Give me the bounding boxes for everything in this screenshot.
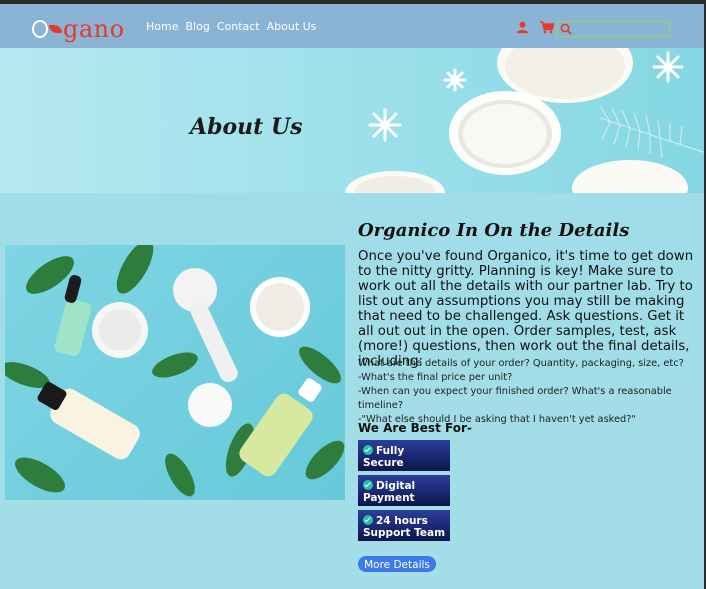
detail-item: -When can you expect your finished order… [358, 386, 672, 411]
nav-home[interactable]: Home [146, 20, 178, 33]
user-icon[interactable] [516, 21, 529, 34]
nav-contact[interactable]: Contact [217, 20, 260, 33]
nav-about-us[interactable]: About Us [267, 20, 317, 33]
main-menu: Home Blog Contact About Us [146, 20, 323, 33]
detail-item: -What's the final price per unit? [358, 372, 513, 383]
cosmetics-image [5, 245, 345, 497]
feature-fully-secure: Fully Secure [358, 440, 450, 471]
cart-icon[interactable] [540, 21, 554, 34]
feature-label: 24 hours Support Team [363, 515, 446, 539]
detail-item: What are the details of your order? Quan… [358, 358, 684, 369]
logo-text: gano [63, 15, 125, 43]
search-box[interactable] [556, 21, 670, 37]
section-heading: Organico In On the Details [358, 220, 630, 241]
leaf-icon [49, 25, 62, 33]
hero-banner: About Us [0, 48, 706, 193]
check-icon [363, 445, 373, 455]
search-icon[interactable] [560, 23, 572, 35]
check-icon [363, 515, 373, 525]
search-input[interactable] [575, 22, 665, 36]
logo[interactable]: gano [32, 15, 125, 43]
products-photo [5, 245, 345, 500]
best-for-heading: We Are Best For- [358, 421, 472, 435]
page-title: About Us [190, 114, 303, 140]
navbar: gano Home Blog Contact About Us [0, 4, 706, 48]
feature-support-team: 24 hours Support Team [358, 510, 450, 541]
check-icon [363, 480, 373, 490]
feature-digital-payment: Digital Payment [358, 475, 450, 506]
logo-o-icon [32, 20, 48, 38]
banner-image [345, 48, 706, 193]
nav-blog[interactable]: Blog [185, 20, 209, 33]
more-details-button[interactable]: More Details [358, 556, 436, 572]
details-list: What are the details of your order? Quan… [358, 357, 703, 427]
intro-paragraph: Once you've found Organico, it's time to… [358, 249, 694, 369]
